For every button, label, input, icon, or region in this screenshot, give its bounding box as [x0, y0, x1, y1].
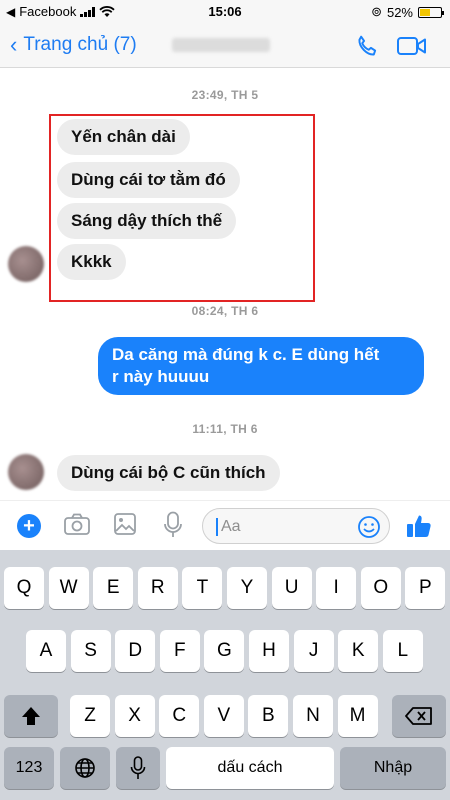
outgoing-message[interactable]: Da căng mà đúng k c. E dùng hết r này hu… — [98, 337, 424, 395]
timestamp: 08:24, TH 6 — [191, 304, 259, 318]
key-h[interactable]: H — [249, 630, 289, 672]
keyboard: QWERTYUIOP ASDFGHJKL ZXCVBNM 123 dấu các… — [0, 550, 450, 800]
battery-icon — [418, 6, 444, 18]
battery-percent: 52% — [386, 4, 413, 20]
key-o[interactable]: O — [360, 567, 401, 609]
outgoing-message-line: Da căng mà đúng k c. E dùng hết — [112, 345, 380, 364]
text-caret — [216, 518, 218, 536]
image-gallery-icon[interactable] — [113, 512, 137, 536]
backspace-key[interactable] — [392, 695, 446, 737]
contact-avatar[interactable] — [8, 246, 44, 282]
key-r[interactable]: R — [137, 567, 178, 609]
microphone-icon — [130, 756, 146, 779]
timestamp: 11:11, TH 6 — [192, 422, 258, 436]
key-j[interactable]: J — [293, 630, 334, 672]
key-i[interactable]: I — [316, 567, 357, 609]
key-s[interactable]: S — [70, 630, 111, 672]
key-e[interactable]: E — [93, 567, 134, 609]
key-q[interactable]: Q — [4, 567, 44, 609]
microphone-icon[interactable] — [163, 511, 183, 539]
key-c[interactable]: C — [159, 695, 200, 737]
key-b[interactable]: B — [248, 695, 289, 737]
like-thumb-icon[interactable] — [405, 512, 433, 540]
plus-icon[interactable]: + — [17, 514, 41, 538]
camera-icon[interactable] — [64, 513, 90, 535]
conversation-header: ‹ Trang chủ (7) — [0, 24, 450, 68]
emoji-icon[interactable] — [357, 515, 381, 539]
contact-name-blurred[interactable] — [172, 38, 270, 52]
dictation-key[interactable] — [116, 747, 160, 789]
globe-icon — [75, 758, 95, 778]
key-g[interactable]: G — [204, 630, 245, 672]
phone-call-icon[interactable] — [354, 34, 380, 60]
rotation-lock-icon: ⊚ — [371, 4, 382, 19]
key-f[interactable]: F — [159, 630, 200, 672]
key-n[interactable]: N — [293, 695, 333, 737]
message-input[interactable]: Aa — [202, 508, 390, 544]
back-label: Trang chủ (7) — [23, 34, 137, 55]
key-k[interactable]: K — [338, 630, 379, 672]
key-d[interactable]: D — [115, 630, 156, 672]
key-l[interactable]: L — [382, 630, 423, 672]
key-a[interactable]: A — [26, 630, 66, 672]
key-u[interactable]: U — [271, 567, 312, 609]
status-bar: ◀ Facebook 15:06 ⊚ 52% — [0, 0, 450, 24]
key-z[interactable]: Z — [70, 695, 110, 737]
back-button[interactable]: ‹ Trang chủ (7) — [10, 34, 137, 56]
incoming-message[interactable]: Dùng cái bộ C cũn thích — [57, 455, 280, 491]
key-t[interactable]: T — [182, 567, 223, 609]
shift-arrow-icon — [22, 707, 40, 725]
message-input-placeholder: Aa — [221, 518, 241, 535]
backspace-icon — [405, 707, 432, 725]
key-v[interactable]: V — [203, 695, 244, 737]
shift-key[interactable] — [4, 695, 58, 737]
globe-key[interactable] — [60, 747, 110, 789]
key-y[interactable]: Y — [227, 567, 267, 609]
numbers-key[interactable]: 123 — [4, 747, 54, 789]
return-key[interactable]: Nhập — [340, 747, 446, 789]
chevron-left-icon: ‹ — [10, 32, 18, 57]
outgoing-message-line: r này huuuu — [112, 367, 210, 386]
timestamp: 23:49, TH 5 — [191, 88, 259, 102]
message-composer: + Aa — [0, 500, 450, 550]
highlight-box — [49, 114, 315, 302]
battery-level-fill — [420, 8, 431, 16]
key-p[interactable]: P — [405, 567, 446, 609]
video-call-icon[interactable] — [397, 36, 427, 56]
key-x[interactable]: X — [114, 695, 155, 737]
key-m[interactable]: M — [337, 695, 378, 737]
key-w[interactable]: W — [48, 567, 89, 609]
space-key[interactable]: dấu cách — [166, 747, 334, 789]
contact-avatar[interactable] — [8, 454, 44, 490]
